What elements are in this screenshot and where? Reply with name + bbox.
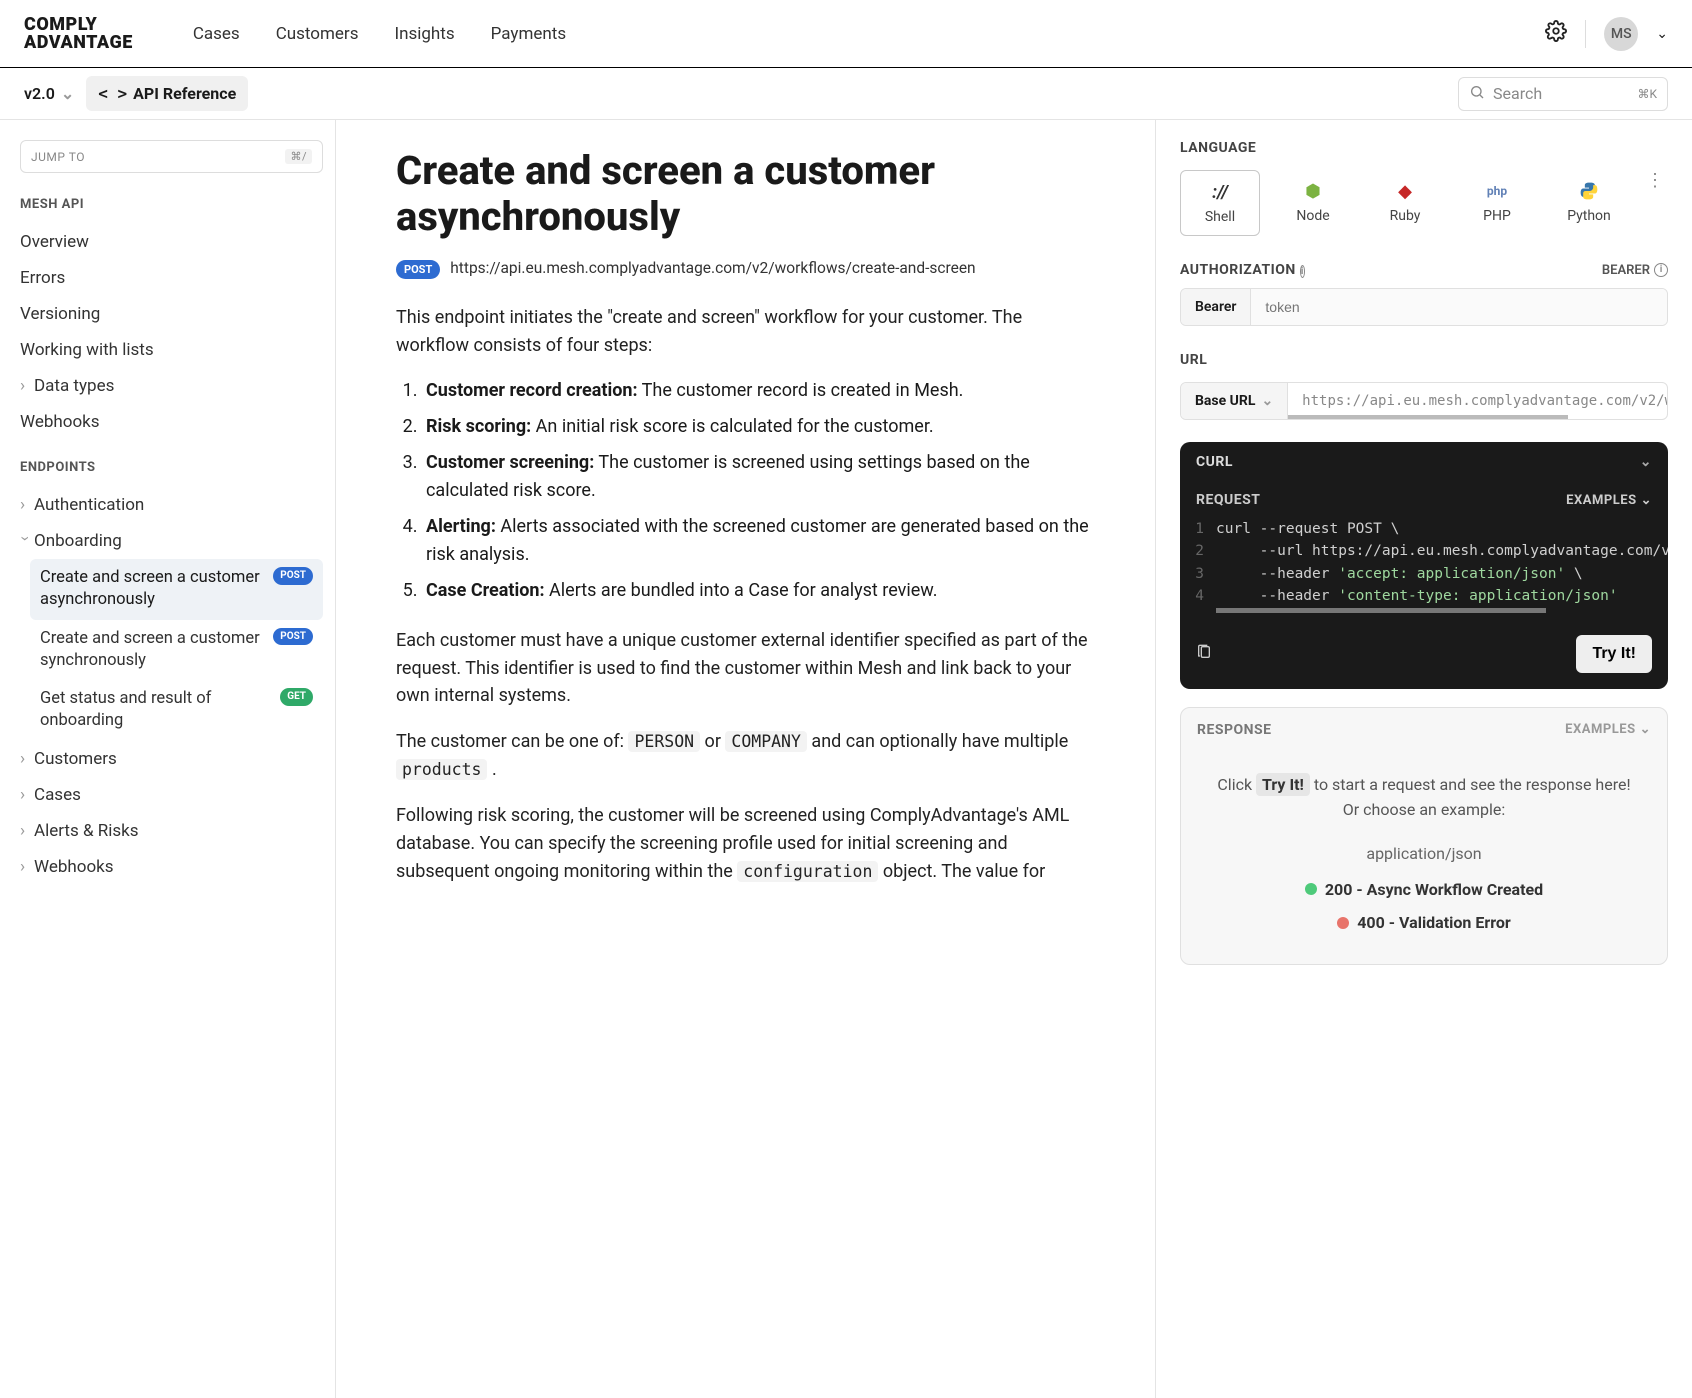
nav-insights[interactable]: Insights xyxy=(394,24,454,44)
search-box[interactable]: Search ⌘K xyxy=(1458,77,1668,111)
chevron-down-icon: ⌄ xyxy=(61,84,74,103)
sidebar-working-with-lists[interactable]: Working with lists xyxy=(20,332,323,368)
divider xyxy=(1585,20,1586,48)
response-panel: RESPONSE EXAMPLES⌄ Click Try It! to star… xyxy=(1180,707,1668,965)
url-label: URL xyxy=(1180,352,1668,368)
response-hint: Click Try It! to start a request and see… xyxy=(1211,772,1637,823)
authorization-label: AUTHORIZATION i xyxy=(1180,262,1305,278)
nav-payments[interactable]: Payments xyxy=(491,24,566,44)
copy-icon[interactable] xyxy=(1196,643,1212,665)
curl-label: CURL xyxy=(1196,454,1233,470)
sidebar-onboarding-create-async[interactable]: Create and screen a customer asynchronou… xyxy=(30,559,323,620)
search-shortcut: ⌘K xyxy=(1637,87,1657,101)
sidebar-versioning[interactable]: Versioning xyxy=(20,296,323,332)
language-label: LANGUAGE xyxy=(1180,140,1668,156)
sidebar-section-mesh: MESH API xyxy=(20,197,323,212)
endpoint-url: https://api.eu.mesh.complyadvantage.com/… xyxy=(450,258,975,280)
sidebar-customers[interactable]: Customers xyxy=(20,741,323,777)
main-content: Create and screen a customer asynchronou… xyxy=(336,120,1156,1398)
url-box: Base URL⌄ https://api.eu.mesh.complyadva… xyxy=(1180,382,1668,420)
node-icon: ⬢ xyxy=(1274,180,1352,202)
sidebar-webhooks[interactable]: Webhooks xyxy=(20,404,323,440)
status-dot-green-icon xyxy=(1305,883,1317,895)
response-label: RESPONSE xyxy=(1197,722,1272,738)
response-400[interactable]: 400 - Validation Error xyxy=(1211,910,1637,936)
shell-icon: :// xyxy=(1181,181,1259,203)
ruby-icon: ◆ xyxy=(1366,180,1444,202)
workflow-steps: Customer record creation: The customer r… xyxy=(422,377,1095,604)
base-url-selector[interactable]: Base URL⌄ xyxy=(1181,383,1288,419)
bearer-input[interactable] xyxy=(1251,289,1667,325)
sidebar-cases[interactable]: Cases xyxy=(20,777,323,813)
sidebar-webhooks-ep[interactable]: Webhooks xyxy=(20,849,323,885)
nav-customers[interactable]: Customers xyxy=(276,24,359,44)
sidebar-onboarding[interactable]: Onboarding xyxy=(20,523,323,559)
intro-paragraph: This endpoint initiates the "create and … xyxy=(396,304,1095,360)
sidebar-errors[interactable]: Errors xyxy=(20,260,323,296)
user-menu-chevron-icon[interactable]: ⌄ xyxy=(1656,26,1668,42)
lang-ruby[interactable]: ◆ Ruby xyxy=(1366,170,1444,234)
python-icon xyxy=(1550,180,1628,202)
method-badge: GET xyxy=(280,688,313,706)
lang-shell[interactable]: :// Shell xyxy=(1180,170,1260,236)
chevron-down-icon: ⌄ xyxy=(1261,393,1273,409)
search-placeholder: Search xyxy=(1493,84,1542,103)
chevron-down-icon: ⌄ xyxy=(1640,722,1651,737)
code-icon: < > xyxy=(98,84,127,103)
jump-to[interactable]: JUMP TO ⌘/ xyxy=(20,140,323,173)
response-200[interactable]: 200 - Async Workflow Created xyxy=(1211,877,1637,903)
nav-cases[interactable]: Cases xyxy=(193,24,240,44)
sidebar: JUMP TO ⌘/ MESH API Overview Errors Vers… xyxy=(0,120,336,1398)
code-panel: CURL ⌄ REQUEST EXAMPLES⌄ 1curl --request… xyxy=(1180,442,1668,689)
jump-to-shortcut: ⌘/ xyxy=(285,149,312,164)
sidebar-overview[interactable]: Overview xyxy=(20,224,323,260)
method-badge: POST xyxy=(273,567,313,585)
user-avatar[interactable]: MS xyxy=(1604,17,1638,51)
response-content-type: application/json xyxy=(1211,841,1637,867)
base-url-value: https://api.eu.mesh.complyadvantage.com/… xyxy=(1288,383,1667,419)
search-icon xyxy=(1469,84,1485,104)
top-nav: COMPLY ADVANTAGE Cases Customers Insight… xyxy=(0,0,1692,68)
sidebar-onboarding-create-sync[interactable]: Create and screen a customer synchronous… xyxy=(30,620,323,681)
settings-icon[interactable] xyxy=(1545,20,1567,48)
php-icon: php xyxy=(1458,180,1536,202)
language-tabs: :// Shell ⬢ Node ◆ Ruby php PHP Python xyxy=(1180,170,1668,236)
more-languages-icon[interactable]: ⋮ xyxy=(1642,170,1668,191)
sub-bar: v2.0⌄ < > API Reference Search ⌘K xyxy=(0,68,1692,120)
info-icon[interactable]: i xyxy=(1300,265,1305,278)
bearer-field: Bearer xyxy=(1180,288,1668,326)
try-it-button[interactable]: Try It! xyxy=(1576,635,1652,673)
sidebar-section-endpoints: ENDPOINTS xyxy=(20,460,323,475)
brand-logo[interactable]: COMPLY ADVANTAGE xyxy=(24,16,133,50)
method-badge: POST xyxy=(273,628,313,646)
response-examples[interactable]: EXAMPLES⌄ xyxy=(1565,722,1651,737)
sidebar-data-types[interactable]: Data types xyxy=(20,368,323,404)
lang-python[interactable]: Python xyxy=(1550,170,1628,234)
paragraph-screening: Following risk scoring, the customer wil… xyxy=(396,802,1095,886)
sidebar-authentication[interactable]: Authentication xyxy=(20,487,323,523)
bearer-label: Bearer xyxy=(1181,289,1251,325)
code-body[interactable]: 1curl --request POST \ 2 --url https://a… xyxy=(1180,514,1668,623)
version-selector[interactable]: v2.0⌄ xyxy=(24,84,74,103)
h-scrollbar[interactable] xyxy=(1216,608,1546,613)
curl-expand-icon[interactable]: ⌄ xyxy=(1640,454,1652,470)
endpoint-line: POST https://api.eu.mesh.complyadvantage… xyxy=(396,258,1095,280)
sidebar-onboarding-get-status[interactable]: Get status and result of onboarding GET xyxy=(30,680,323,741)
request-examples[interactable]: EXAMPLES⌄ xyxy=(1566,493,1652,508)
api-reference-tab[interactable]: < > API Reference xyxy=(86,76,248,111)
status-dot-red-icon xyxy=(1337,917,1349,929)
chevron-down-icon: ⌄ xyxy=(1641,493,1652,508)
request-label: REQUEST xyxy=(1196,492,1260,508)
lang-php[interactable]: php PHP xyxy=(1458,170,1536,234)
nav-links: Cases Customers Insights Payments xyxy=(193,24,566,44)
page-title: Create and screen a customer asynchronou… xyxy=(396,148,1095,240)
method-badge-main: POST xyxy=(396,260,440,279)
sidebar-alerts-risks[interactable]: Alerts & Risks xyxy=(20,813,323,849)
paragraph-customer-type: The customer can be one of: PERSON or CO… xyxy=(396,728,1095,784)
right-panel: LANGUAGE :// Shell ⬢ Node ◆ Ruby php PHP xyxy=(1156,120,1692,1398)
info-icon[interactable]: i xyxy=(1654,263,1668,277)
auth-type: BEARERi xyxy=(1602,263,1668,278)
lang-node[interactable]: ⬢ Node xyxy=(1274,170,1352,234)
paragraph-identifier: Each customer must have a unique custome… xyxy=(396,627,1095,711)
